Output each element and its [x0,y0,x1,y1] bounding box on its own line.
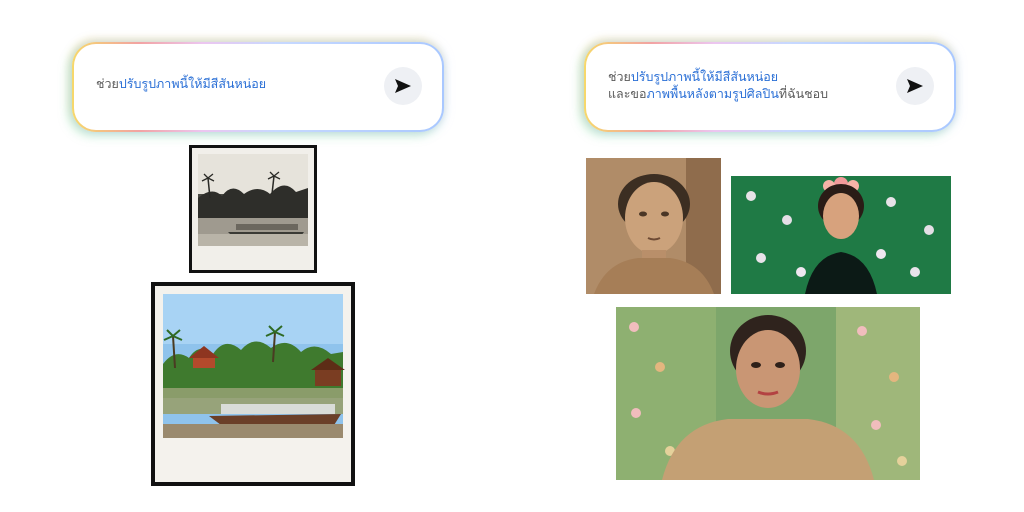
original-river-photo [189,145,317,273]
prompt-input-left[interactable]: ช่วยปรับรูปภาพนี้ให้มีสีสันหน่อย [74,44,442,130]
artist-reference-photo [731,176,951,294]
send-button-right[interactable] [896,67,934,105]
prompt-line-1: ช่วยปรับรูปภาพนี้ให้มีสีสันหน่อย [608,68,828,85]
prompt-text-prefix: ช่วย [608,69,631,84]
prompt-text-left: ช่วยปรับรูปภาพนี้ให้มีสีสันหน่อย [96,75,266,92]
send-arrow-icon [907,79,923,93]
prompt-line-2: และขอภาพพื้นหลังตามรูปศิลปินที่ฉันชอบ [608,85,828,102]
prompt-text-right: ช่วยปรับรูปภาพนี้ให้มีสีสันหน่อย และขอภา… [608,68,828,102]
prompt-text-suffix: ที่ฉันชอบ [778,86,829,101]
prompt-card-right: ช่วยปรับรูปภาพนี้ให้มีสีสันหน่อย และขอภา… [584,42,956,132]
result-portrait-photo [616,307,920,480]
restored-river-photo [151,282,355,486]
send-arrow-icon [395,79,411,93]
prompt-text-prefix: ช่วย [96,76,119,91]
send-button-left[interactable] [384,67,422,105]
prompt-text-highlight: ปรับรูปภาพนี้ให้มีสีสันหน่อย [630,69,779,84]
prompt-text-highlight: ภาพพื้นหลังตามรูปศิลปิน [646,86,779,101]
prompt-text-prefix: และขอ [608,86,647,101]
original-portrait-photo [586,158,721,294]
prompt-input-right[interactable]: ช่วยปรับรูปภาพนี้ให้มีสีสันหน่อย และขอภา… [586,44,954,130]
prompt-text-highlight: ปรับรูปภาพนี้ให้มีสีสันหน่อย [118,76,267,91]
prompt-card-left: ช่วยปรับรูปภาพนี้ให้มีสีสันหน่อย [72,42,444,132]
